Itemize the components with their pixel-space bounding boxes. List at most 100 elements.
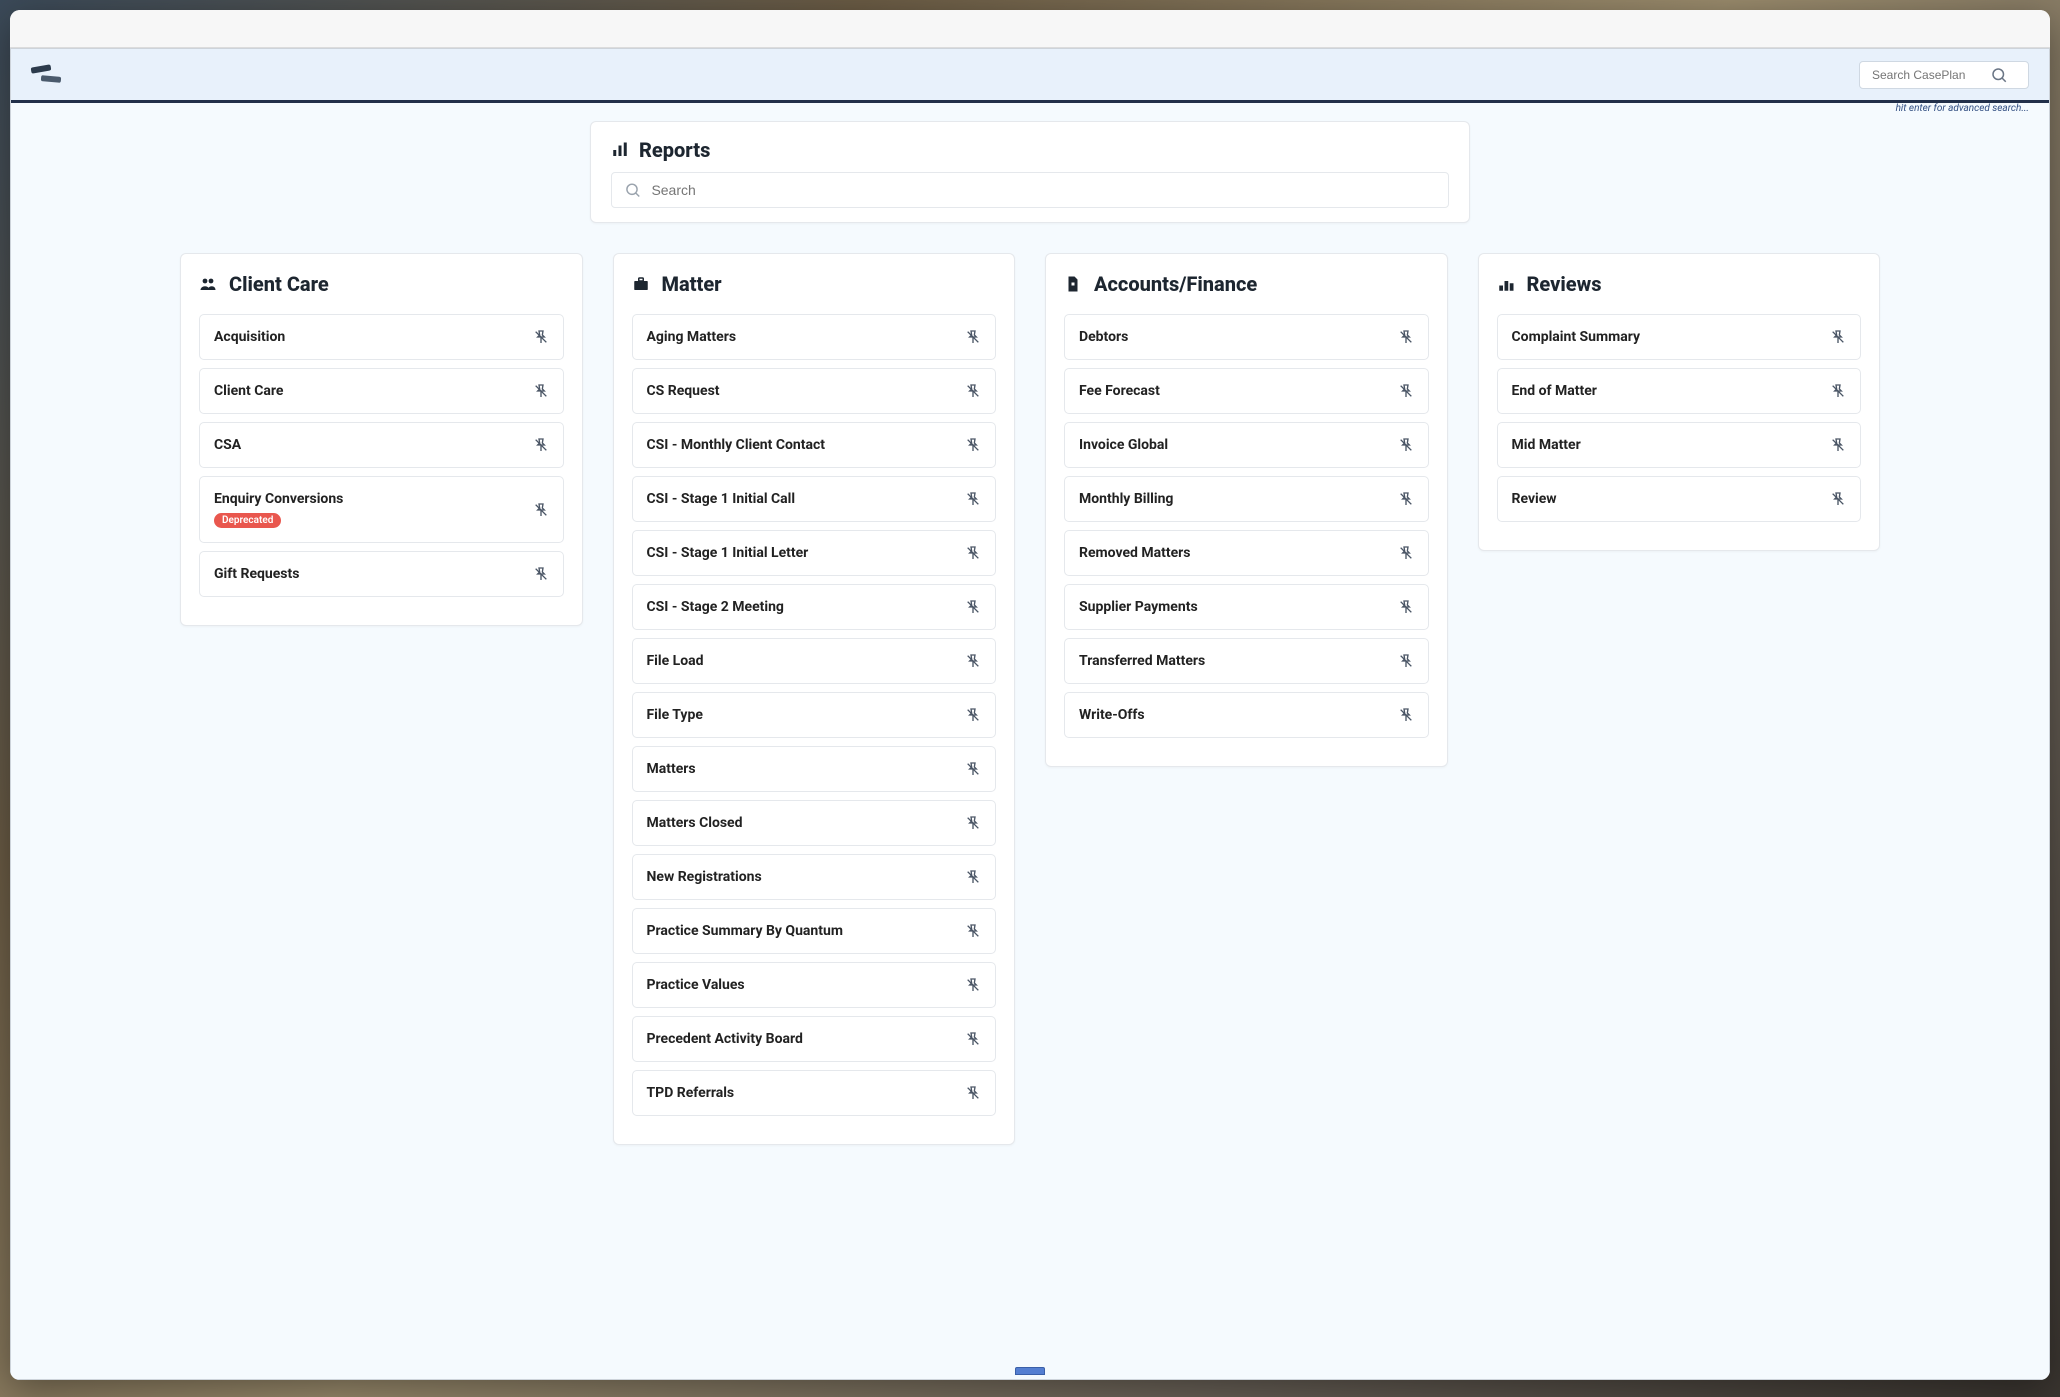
unpin-icon[interactable] xyxy=(965,383,981,399)
global-search-input[interactable] xyxy=(1870,67,1990,83)
report-item[interactable]: End of Matter xyxy=(1497,368,1862,414)
report-item[interactable]: Gift Requests xyxy=(199,551,564,597)
local-search-input[interactable] xyxy=(649,181,1436,199)
unpin-icon[interactable] xyxy=(965,869,981,885)
report-item[interactable]: CSI - Stage 2 Meeting xyxy=(632,584,997,630)
unpin-icon[interactable] xyxy=(1398,599,1414,615)
unpin-icon[interactable] xyxy=(965,491,981,507)
unpin-icon[interactable] xyxy=(1398,383,1414,399)
report-item[interactable]: Review xyxy=(1497,476,1862,522)
unpin-icon[interactable] xyxy=(1398,329,1414,345)
unpin-icon[interactable] xyxy=(533,383,549,399)
unpin-icon[interactable] xyxy=(965,599,981,615)
report-item[interactable]: Supplier Payments xyxy=(1064,584,1429,630)
report-item[interactable]: Debtors xyxy=(1064,314,1429,360)
report-item[interactable]: Write-Offs xyxy=(1064,692,1429,738)
report-item[interactable]: Matters xyxy=(632,746,997,792)
unpin-icon[interactable] xyxy=(1398,437,1414,453)
unpin-icon[interactable] xyxy=(1830,437,1846,453)
report-label: CSA xyxy=(214,437,241,453)
unpin-icon[interactable] xyxy=(965,329,981,345)
unpin-icon[interactable] xyxy=(533,566,549,582)
report-item[interactable]: Aging Matters xyxy=(632,314,997,360)
report-item[interactable]: Removed Matters xyxy=(1064,530,1429,576)
report-item[interactable]: CS Request xyxy=(632,368,997,414)
unpin-icon[interactable] xyxy=(1398,653,1414,669)
report-label: Fee Forecast xyxy=(1079,383,1160,399)
report-item[interactable]: Monthly Billing xyxy=(1064,476,1429,522)
app-logo[interactable] xyxy=(31,62,61,88)
unpin-icon[interactable] xyxy=(965,545,981,561)
report-item[interactable]: CSA xyxy=(199,422,564,468)
report-item[interactable]: Enquiry ConversionsDeprecated xyxy=(199,476,564,543)
report-columns: Client Care Acquisition Client Care CSA Enqu… xyxy=(180,253,1880,1145)
unpin-icon[interactable] xyxy=(1398,545,1414,561)
report-item[interactable]: New Registrations xyxy=(632,854,997,900)
unpin-icon[interactable] xyxy=(965,1031,981,1047)
report-item[interactable]: Precedent Activity Board xyxy=(632,1016,997,1062)
unpin-icon[interactable] xyxy=(1398,707,1414,723)
report-label: Matters Closed xyxy=(647,815,743,831)
unpin-icon[interactable] xyxy=(1830,329,1846,345)
report-item[interactable]: Invoice Global xyxy=(1064,422,1429,468)
report-label: Complaint Summary xyxy=(1512,329,1641,345)
report-item[interactable]: Client Care xyxy=(199,368,564,414)
category-client-care: Client Care Acquisition Client Care CSA Enqu… xyxy=(180,253,583,626)
category-accounts-finance: Accounts/Finance Debtors Fee Forecast Invoi… xyxy=(1045,253,1448,767)
report-label: CSI - Stage 1 Initial Letter xyxy=(647,545,809,561)
bottom-dock-handle[interactable] xyxy=(1015,1367,1045,1375)
report-item[interactable]: CSI - Stage 1 Initial Letter xyxy=(632,530,997,576)
briefcase-icon xyxy=(632,275,650,293)
unpin-icon[interactable] xyxy=(533,502,549,518)
report-item[interactable]: Mid Matter xyxy=(1497,422,1862,468)
report-item[interactable]: Transferred Matters xyxy=(1064,638,1429,684)
unpin-icon[interactable] xyxy=(965,707,981,723)
report-label: Review xyxy=(1512,491,1557,507)
report-label: Enquiry Conversions xyxy=(214,491,343,507)
category-title: Client Care xyxy=(199,272,564,296)
report-label: New Registrations xyxy=(647,869,762,885)
report-item[interactable]: Practice Summary By Quantum xyxy=(632,908,997,954)
report-item[interactable]: Fee Forecast xyxy=(1064,368,1429,414)
report-item[interactable]: Practice Values xyxy=(632,962,997,1008)
users-icon xyxy=(199,275,217,293)
category-title: Accounts/Finance xyxy=(1064,272,1429,296)
report-item[interactable]: TPD Referrals xyxy=(632,1070,997,1116)
unpin-icon[interactable] xyxy=(1398,491,1414,507)
search-icon xyxy=(624,181,641,199)
window-chrome xyxy=(10,10,2050,48)
report-label: TPD Referrals xyxy=(647,1085,735,1101)
unpin-icon[interactable] xyxy=(533,437,549,453)
report-label: File Load xyxy=(647,653,704,669)
unpin-icon[interactable] xyxy=(965,437,981,453)
report-label: CS Request xyxy=(647,383,720,399)
unpin-icon[interactable] xyxy=(965,761,981,777)
category-title: Reviews xyxy=(1497,272,1862,296)
global-search[interactable] xyxy=(1859,61,2029,89)
report-item[interactable]: CSI - Monthly Client Contact xyxy=(632,422,997,468)
report-item[interactable]: File Load xyxy=(632,638,997,684)
report-item[interactable]: Complaint Summary xyxy=(1497,314,1862,360)
unpin-icon[interactable] xyxy=(533,329,549,345)
report-item[interactable]: Matters Closed xyxy=(632,800,997,846)
unpin-icon[interactable] xyxy=(1830,491,1846,507)
report-label: Invoice Global xyxy=(1079,437,1168,453)
report-item[interactable]: CSI - Stage 1 Initial Call xyxy=(632,476,997,522)
unpin-icon[interactable] xyxy=(965,815,981,831)
report-item[interactable]: Acquisition xyxy=(199,314,564,360)
reports-header: Reports xyxy=(590,121,1470,223)
unpin-icon[interactable] xyxy=(965,653,981,669)
unpin-icon[interactable] xyxy=(965,977,981,993)
report-item[interactable]: File Type xyxy=(632,692,997,738)
unpin-icon[interactable] xyxy=(965,1085,981,1101)
report-label: Matters xyxy=(647,761,696,777)
local-search[interactable] xyxy=(611,172,1449,208)
category-matter: MatterAging MattersCS RequestCSI - Month… xyxy=(613,253,1016,1145)
unpin-icon[interactable] xyxy=(1830,383,1846,399)
file-icon xyxy=(1064,275,1082,293)
unpin-icon[interactable] xyxy=(965,923,981,939)
leaderboard-icon xyxy=(1497,275,1515,293)
report-label: Monthly Billing xyxy=(1079,491,1173,507)
report-label: Practice Summary By Quantum xyxy=(647,923,843,939)
bar-chart-icon xyxy=(611,141,629,159)
